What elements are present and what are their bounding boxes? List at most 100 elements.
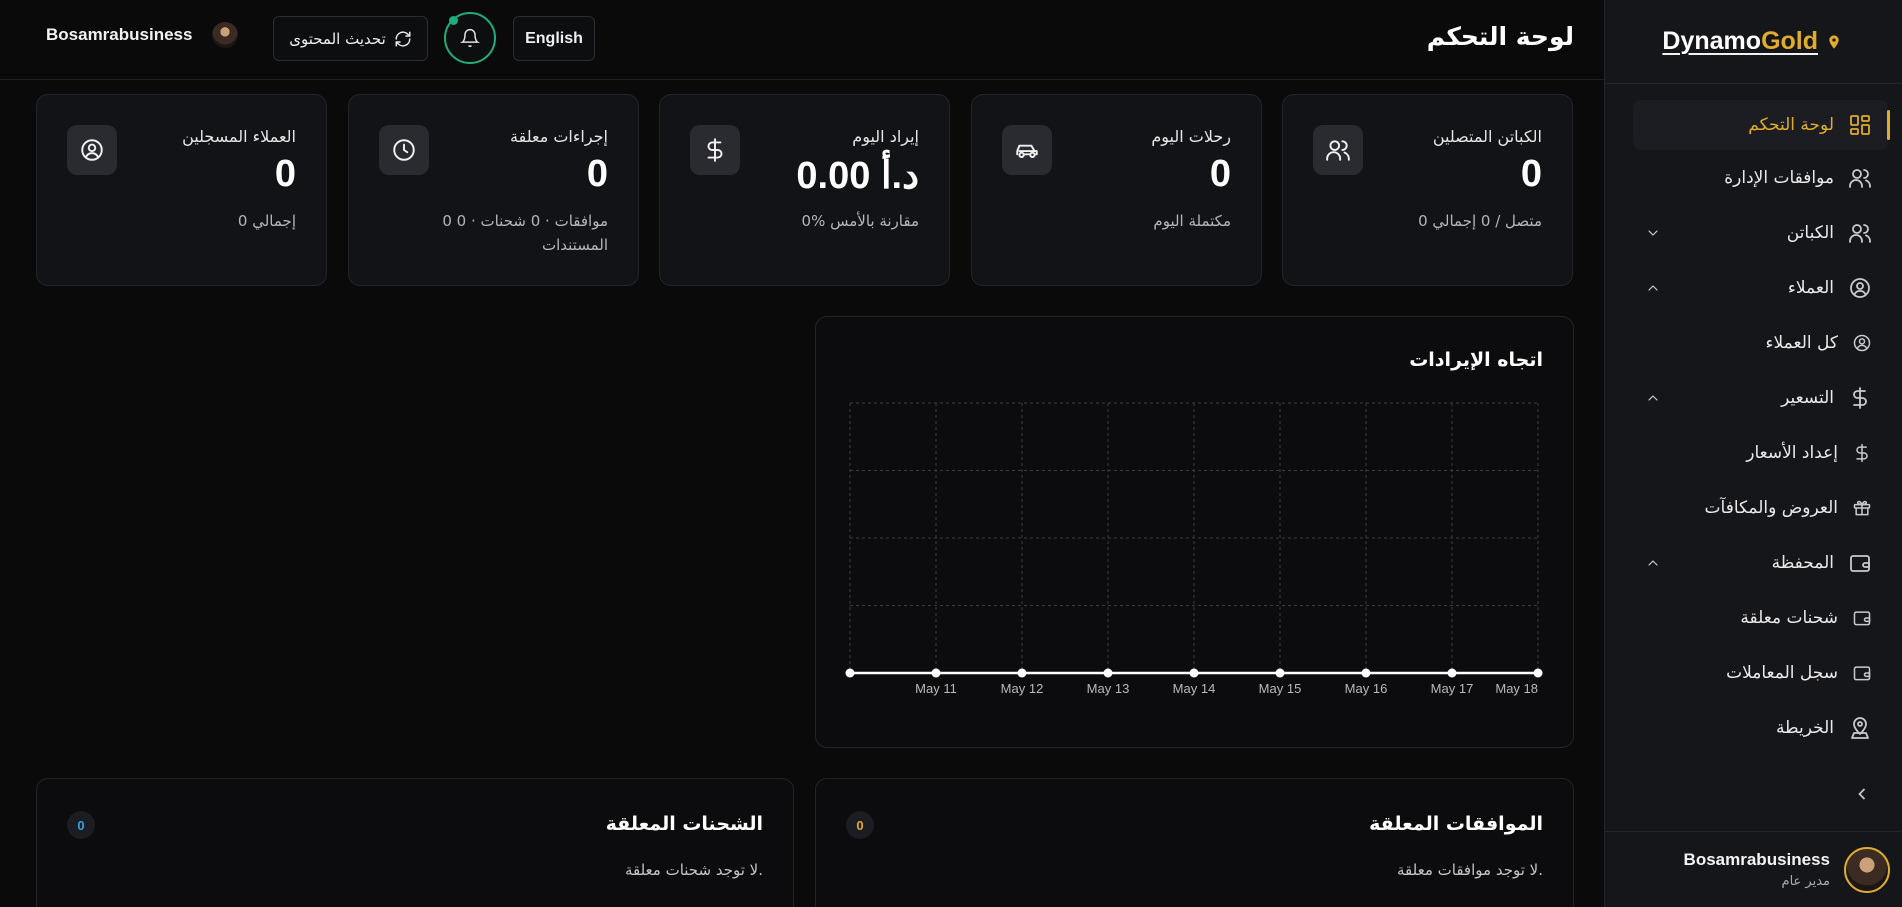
- header-user[interactable]: Bosamrabusiness: [46, 22, 239, 48]
- x-tick-label: May 15: [1259, 681, 1302, 696]
- dollar-icon: [1853, 386, 1867, 409]
- user-circle-icon: [67, 125, 117, 175]
- stat-card-today-revenue: إيراد اليوم د.أ 0.00 0% مقارنة بالأمس: [659, 94, 950, 286]
- stat-sub: 0 متصل / 0 إجمالي: [1418, 212, 1542, 230]
- sidebar: DynamoGold لوحة التحكم موافقات الإدارة ا…: [1604, 0, 1902, 907]
- stat-card-pending-actions: إجراءات معلقة 0 0 موافقات · 0 شحنات · 0 …: [348, 94, 639, 286]
- x-tick-label: May 18: [1495, 681, 1538, 696]
- data-point: [1275, 668, 1285, 678]
- sidebar-item-label: لوحة التحكم: [1748, 115, 1834, 135]
- sidebar-user[interactable]: Bosamrabusiness مدير عام: [1604, 831, 1902, 907]
- stat-card-today-trips: رحلات اليوم 0 مكتملة اليوم: [971, 94, 1262, 286]
- revenue-chart: May 11 May 12 May 13 May 14 May 15 May 16 May …: [845, 402, 1543, 696]
- count-badge: 0: [846, 811, 874, 839]
- bell-icon: [460, 28, 480, 48]
- sidebar-item-label: موافقات الإدارة: [1724, 167, 1834, 188]
- sidebar-item-label: الخريطة: [1775, 717, 1834, 738]
- refresh-label: تحديث المحتوى: [289, 29, 386, 48]
- sidebar-item-label: التسعير: [1781, 387, 1834, 408]
- x-tick-label: May 13: [1087, 681, 1130, 696]
- sidebar-item-label: إعداد الأسعار: [1746, 442, 1838, 463]
- stat-card-online-captains: الكباتن المتصلين 0 0 متصل / 0 إجمالي: [1282, 94, 1573, 286]
- language-toggle-button[interactable]: English: [513, 16, 595, 61]
- user-circle-icon: [1850, 277, 1870, 298]
- header-avatar: [212, 22, 239, 48]
- x-tick-label: May 11: [915, 681, 957, 696]
- user-circle-icon: [1853, 334, 1871, 351]
- sidebar-item-offers-rewards[interactable]: العروض والمكافآت: [1605, 480, 1902, 535]
- notifications-button[interactable]: [444, 12, 496, 64]
- sidebar-item-label: الكباتن: [1786, 222, 1834, 243]
- sidebar-collapse-button[interactable]: [1852, 784, 1876, 808]
- stat-sub: 0 موافقات · 0 شحنات · 0 المستندات: [442, 212, 608, 254]
- sidebar-item-pricing[interactable]: التسعير: [1605, 370, 1902, 425]
- stat-title: إجراءات معلقة: [510, 127, 608, 146]
- dollar-icon: [690, 125, 740, 175]
- count-badge: 0: [67, 811, 95, 839]
- wallet-icon: [1850, 554, 1870, 572]
- dollar-icon: [1856, 443, 1868, 462]
- data-point: [931, 668, 941, 678]
- sidebar-item-admin-approvals[interactable]: موافقات الإدارة: [1605, 150, 1902, 205]
- wallet-icon: [1853, 610, 1871, 625]
- sidebar-user-role: مدير عام: [1781, 874, 1830, 889]
- sidebar-item-customers[interactable]: العملاء: [1605, 260, 1902, 315]
- x-tick-label: May 12: [1001, 681, 1044, 696]
- sidebar-item-transactions[interactable]: سجل المعاملات: [1605, 645, 1902, 700]
- sidebar-item-label: العملاء: [1787, 277, 1834, 298]
- refresh-icon: [395, 30, 411, 47]
- brand-name: DynamoGold: [1662, 27, 1818, 55]
- map-pin-icon: [1851, 716, 1869, 739]
- sidebar-user-info: Bosamrabusiness مدير عام: [1684, 850, 1830, 889]
- pending-approvals-panel: الموافقات المعلقة 0 لا توجد موافقات معلق…: [815, 778, 1574, 907]
- sidebar-item-label: كل العملاء: [1765, 332, 1838, 353]
- x-tick-label: May 14: [1173, 681, 1216, 696]
- sidebar-item-label: المحفظة: [1771, 552, 1834, 573]
- sidebar-user-avatar: [1844, 846, 1890, 893]
- chevron-up-icon: [1648, 284, 1658, 291]
- brand-logo[interactable]: DynamoGold: [1605, 0, 1902, 84]
- revenue-trend-card: اتجاه الإيرادات May 11 May 12 May 13 May 14…: [815, 316, 1574, 748]
- sidebar-item-label: العروض والمكافآت: [1704, 497, 1838, 518]
- sidebar-item-all-customers[interactable]: كل العملاء: [1605, 315, 1902, 370]
- stat-value: د.أ 0.00: [796, 155, 919, 197]
- stat-card-registered-customers: العملاء المسجلين 0 0 إجمالي: [36, 94, 327, 286]
- dashboard-grid-icon: [1850, 115, 1870, 135]
- stat-value: 0: [1520, 153, 1542, 195]
- chevron-up-icon: [1648, 394, 1658, 401]
- chevron-up-icon: [1648, 559, 1658, 566]
- data-point: [845, 668, 855, 678]
- sidebar-item-pending-topups[interactable]: شحنات معلقة: [1605, 590, 1902, 645]
- header-username: Bosamrabusiness: [46, 25, 193, 44]
- page-title: لوحة التحكم: [1426, 22, 1574, 51]
- refresh-content-button[interactable]: تحديث المحتوى: [273, 16, 428, 61]
- sidebar-item-map[interactable]: الخريطة: [1605, 700, 1902, 755]
- stat-sub: 0 إجمالي: [237, 212, 296, 230]
- data-point: [1533, 668, 1543, 678]
- sidebar-item-label: شحنات معلقة: [1740, 607, 1838, 628]
- sidebar-item-captains[interactable]: الكباتن: [1605, 205, 1902, 260]
- sidebar-item-wallet[interactable]: المحفظة: [1605, 535, 1902, 590]
- stat-value: 0: [1209, 153, 1231, 195]
- data-point: [1361, 668, 1371, 678]
- stat-title: رحلات اليوم: [1151, 127, 1231, 146]
- stat-title: إيراد اليوم: [852, 127, 919, 146]
- data-point: [1017, 668, 1027, 678]
- pending-topups-panel: الشحنات المعلقة 0 لا توجد شحنات معلقة.: [36, 778, 794, 907]
- wallet-icon: [1853, 665, 1871, 680]
- panel-title: الشحنات المعلقة: [605, 813, 763, 835]
- gift-icon: [1853, 500, 1871, 515]
- stat-sub: 0% مقارنة بالأمس: [801, 212, 919, 230]
- stat-value: 0: [586, 153, 608, 195]
- x-tick-label: May 16: [1345, 681, 1388, 696]
- chevron-down-icon: [1648, 229, 1658, 236]
- notification-status-dot: [449, 16, 458, 25]
- sidebar-item-label: سجل المعاملات: [1726, 662, 1838, 683]
- users-icon: [1849, 168, 1871, 188]
- sidebar-item-price-setup[interactable]: إعداد الأسعار: [1605, 425, 1902, 480]
- stat-title: العملاء المسجلين: [182, 127, 296, 146]
- sidebar-item-dashboard[interactable]: لوحة التحكم: [1633, 100, 1890, 150]
- stat-sub: مكتملة اليوم: [1153, 212, 1231, 230]
- data-point: [1103, 668, 1113, 678]
- empty-message: لا توجد شحنات معلقة.: [624, 861, 763, 879]
